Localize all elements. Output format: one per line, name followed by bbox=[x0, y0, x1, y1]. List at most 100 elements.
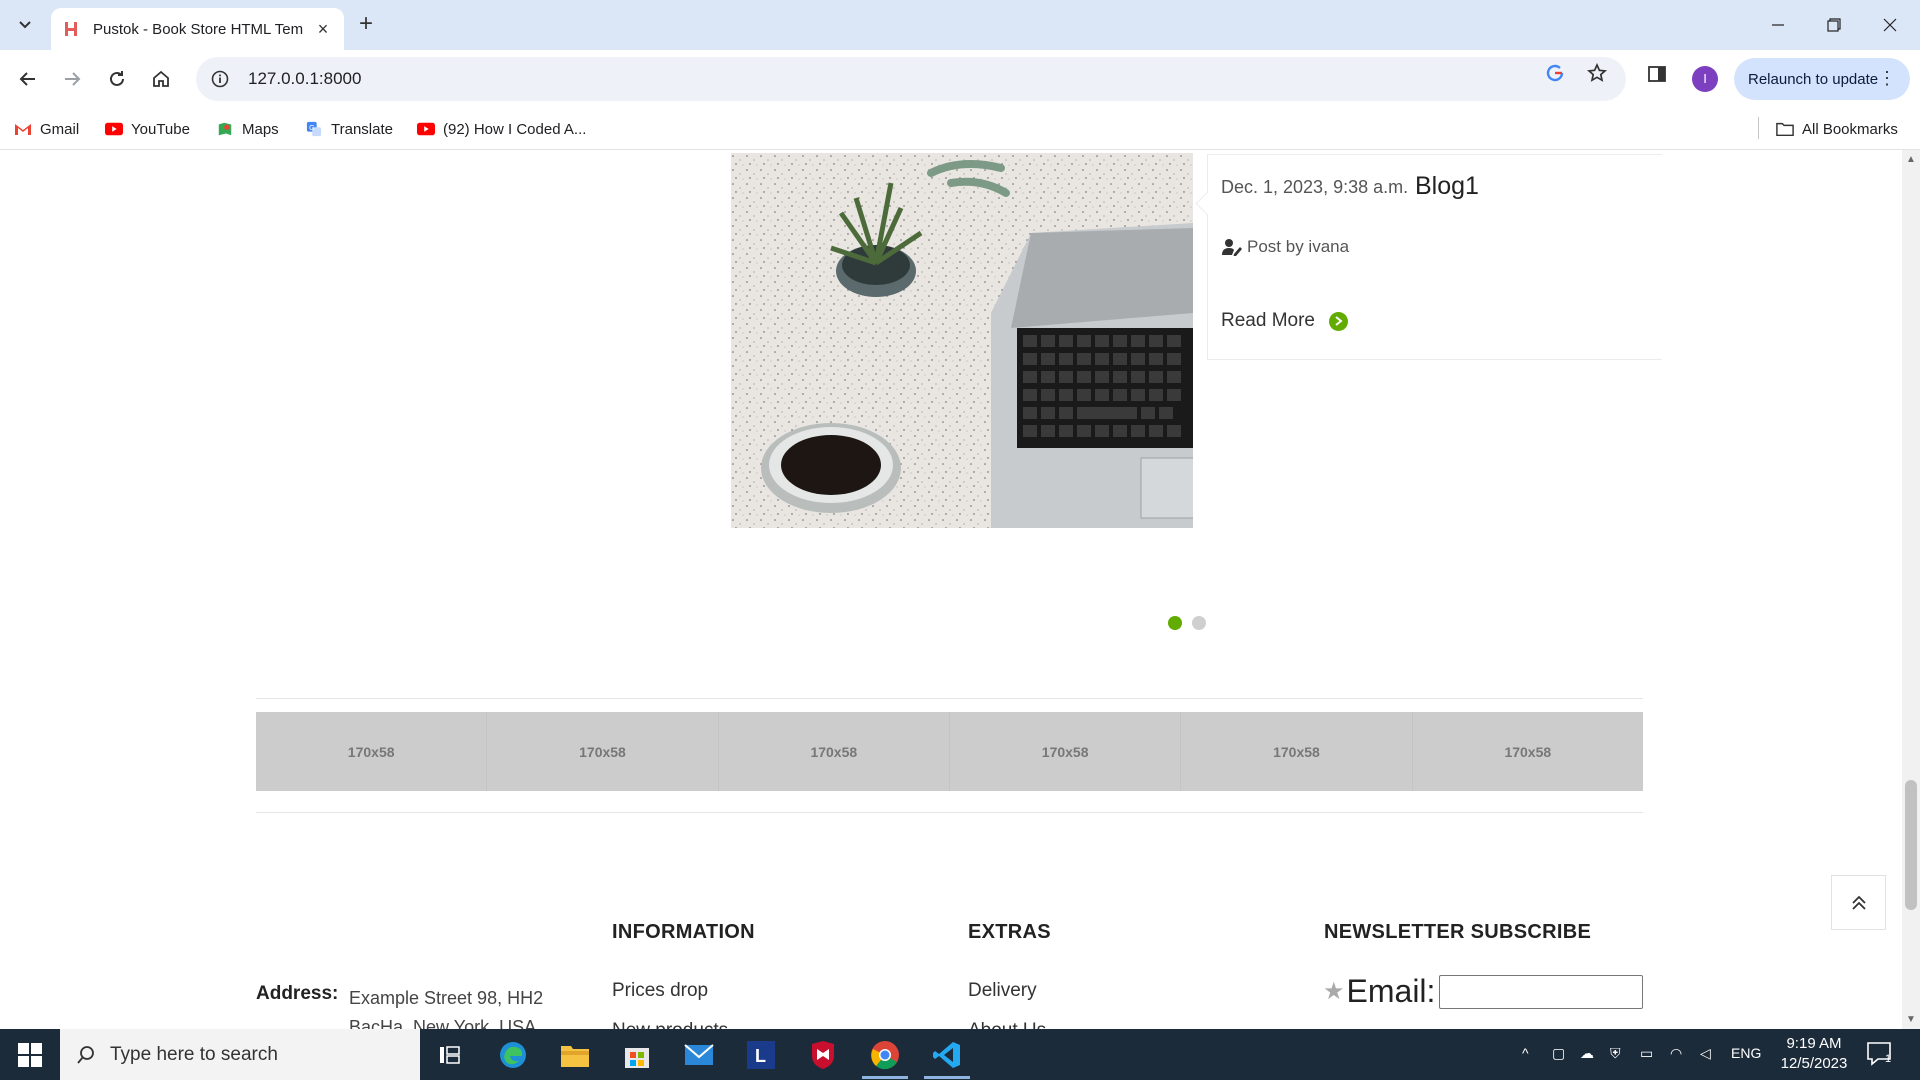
scrollbar-thumb[interactable] bbox=[1905, 780, 1917, 910]
windows-start-icon[interactable] bbox=[18, 1043, 42, 1067]
tab-search-button[interactable] bbox=[12, 12, 38, 38]
blog-image[interactable] bbox=[731, 153, 1193, 528]
side-panel-button[interactable] bbox=[1647, 64, 1667, 89]
brand-logo[interactable]: 170x58 bbox=[1181, 712, 1413, 791]
meet-icon[interactable]: ▢ bbox=[1552, 1045, 1565, 1062]
bookmark-how-i-coded[interactable]: (92) How I Coded A... bbox=[417, 117, 586, 141]
mail-icon[interactable] bbox=[681, 1037, 717, 1073]
brand-bottom-divider bbox=[256, 812, 1643, 813]
vscode-icon[interactable] bbox=[929, 1037, 965, 1073]
brand-top-divider bbox=[256, 698, 1643, 699]
clock-date: 12/5/2023 bbox=[1780, 1055, 1848, 1072]
bookmark-star-icon[interactable] bbox=[1586, 62, 1608, 84]
brand-logo[interactable]: 170x58 bbox=[949, 712, 1182, 791]
search-placeholder: Type here to search bbox=[110, 1043, 278, 1065]
forward-button[interactable] bbox=[57, 64, 87, 94]
email-field[interactable] bbox=[1439, 974, 1644, 1009]
brand-logo[interactable]: 170x58 bbox=[1412, 712, 1643, 791]
address-bar[interactable]: 127.0.0.1:8000 bbox=[196, 57, 1626, 101]
brand-logo[interactable]: 170x58 bbox=[487, 712, 719, 791]
bookmark-label: Translate bbox=[331, 120, 393, 138]
new-tab-button[interactable]: + bbox=[352, 10, 380, 38]
page-scrollbar[interactable]: ▲ ▼ bbox=[1902, 150, 1920, 1029]
footer-link-prices-drop[interactable]: Prices drop bbox=[612, 980, 708, 1002]
footer-link-delivery[interactable]: Delivery bbox=[968, 980, 1037, 1002]
footer-link-new-products[interactable]: New products bbox=[612, 1020, 728, 1029]
onedrive-icon[interactable]: ☁ bbox=[1580, 1045, 1594, 1062]
wifi-icon[interactable]: ◠ bbox=[1670, 1045, 1682, 1062]
bookmark-translate[interactable]: G Translate bbox=[305, 117, 393, 141]
brand-logos-row: 170x58 170x58 170x58 170x58 170x58 170x5… bbox=[256, 712, 1643, 791]
bookmark-youtube[interactable]: YouTube bbox=[105, 117, 190, 141]
minimize-button[interactable] bbox=[1750, 0, 1806, 50]
extras-heading: EXTRAS bbox=[968, 921, 1051, 943]
task-view-icon[interactable] bbox=[432, 1037, 468, 1073]
bookmark-label: (92) How I Coded A... bbox=[443, 120, 587, 138]
edge-icon[interactable] bbox=[495, 1037, 531, 1073]
microsoft-store-icon[interactable] bbox=[619, 1037, 655, 1073]
url-text: 127.0.0.1:8000 bbox=[248, 69, 362, 88]
side-panel-icon bbox=[1648, 66, 1666, 82]
clock[interactable]: 9:19 AM 12/5/2023 bbox=[1764, 1034, 1864, 1074]
vscode-active-indicator bbox=[924, 1076, 970, 1079]
search-icon bbox=[77, 1045, 94, 1064]
all-bookmarks[interactable]: All Bookmarks bbox=[1776, 117, 1898, 141]
read-more-link[interactable]: Read More bbox=[1221, 310, 1348, 332]
profile-avatar[interactable]: I bbox=[1692, 66, 1718, 92]
menu-dots-icon[interactable]: ⋮ bbox=[1878, 68, 1896, 88]
tab-active[interactable]: Pustok - Book Store HTML Tem × bbox=[51, 8, 344, 50]
back-button[interactable] bbox=[13, 64, 43, 94]
blog-author: Post by ivana bbox=[1221, 237, 1349, 257]
folder-icon bbox=[1776, 122, 1794, 137]
brand-logo[interactable]: 170x58 bbox=[256, 712, 488, 791]
close-window-button[interactable] bbox=[1862, 0, 1918, 50]
tab-strip: Pustok - Book Store HTML Tem × + bbox=[0, 0, 1920, 50]
blog-title[interactable]: Blog1 bbox=[1415, 172, 1479, 201]
reload-button[interactable] bbox=[102, 64, 132, 94]
google-lens-icon[interactable] bbox=[1544, 62, 1566, 84]
newsletter-email-row: ★ Email: bbox=[1323, 973, 1644, 1010]
required-star-icon: ★ bbox=[1323, 978, 1345, 1005]
chevron-up-icon[interactable]: ^ bbox=[1522, 1045, 1529, 1061]
blog-date: Dec. 1, 2023, 9:38 a.m. bbox=[1221, 177, 1409, 197]
restore-button[interactable] bbox=[1806, 0, 1862, 50]
minimize-icon bbox=[1772, 24, 1784, 26]
scroll-down-icon[interactable]: ▼ bbox=[1906, 1014, 1916, 1025]
bookmark-label: Maps bbox=[242, 120, 279, 138]
bookmark-maps[interactable]: Maps bbox=[216, 117, 279, 141]
slider-dot-1[interactable] bbox=[1168, 616, 1182, 630]
mcafee-icon[interactable] bbox=[805, 1037, 841, 1073]
taskbar-search[interactable]: Type here to search bbox=[60, 1029, 420, 1080]
notification-count: 1 bbox=[1885, 1053, 1892, 1065]
file-explorer-icon[interactable] bbox=[557, 1037, 593, 1073]
footer-link-about-us[interactable]: About Us bbox=[968, 1020, 1046, 1029]
site-info-icon[interactable] bbox=[210, 69, 230, 89]
address-text: Example Street 98, HH2 BacHa, New York, … bbox=[349, 988, 544, 1029]
slider-dot-2[interactable] bbox=[1192, 616, 1206, 630]
scroll-up-icon[interactable]: ▲ bbox=[1906, 154, 1916, 165]
bookmarks-bar: Gmail YouTube Maps G Translate (92) How … bbox=[0, 108, 1920, 150]
chevron-down-icon bbox=[19, 21, 31, 29]
close-tab-icon[interactable]: × bbox=[314, 20, 332, 38]
chevron-right-circle-icon bbox=[1329, 311, 1348, 331]
close-icon bbox=[1883, 18, 1897, 32]
brand-logo[interactable]: 170x58 bbox=[718, 712, 950, 791]
bookmark-gmail[interactable]: Gmail bbox=[14, 117, 79, 141]
security-icon[interactable]: ⛨ bbox=[1610, 1045, 1621, 1062]
chrome-icon[interactable] bbox=[867, 1037, 903, 1073]
address-label: Address: bbox=[256, 983, 339, 1004]
notification-center-button[interactable]: 1 bbox=[1866, 1041, 1894, 1067]
youtube-icon bbox=[417, 122, 435, 136]
clock-time: 9:19 AM bbox=[1786, 1035, 1842, 1052]
battery-icon[interactable]: ▭ bbox=[1640, 1045, 1653, 1062]
volume-icon[interactable]: ◁ bbox=[1700, 1045, 1711, 1062]
relaunch-button[interactable]: Relaunch to update ⋮ bbox=[1734, 58, 1910, 100]
blog-photo-illustration bbox=[731, 153, 1193, 528]
l-app-icon[interactable]: L bbox=[743, 1037, 779, 1073]
language-indicator[interactable]: ENG bbox=[1731, 1045, 1761, 1061]
page-viewport: Dec. 1, 2023, 9:38 a.m. Blog1 Post by iv… bbox=[0, 150, 1902, 1029]
home-button[interactable] bbox=[146, 64, 176, 94]
back-to-top-button[interactable] bbox=[1831, 875, 1886, 930]
relaunch-label: Relaunch to update bbox=[1748, 70, 1879, 88]
gmail-icon bbox=[15, 124, 31, 135]
